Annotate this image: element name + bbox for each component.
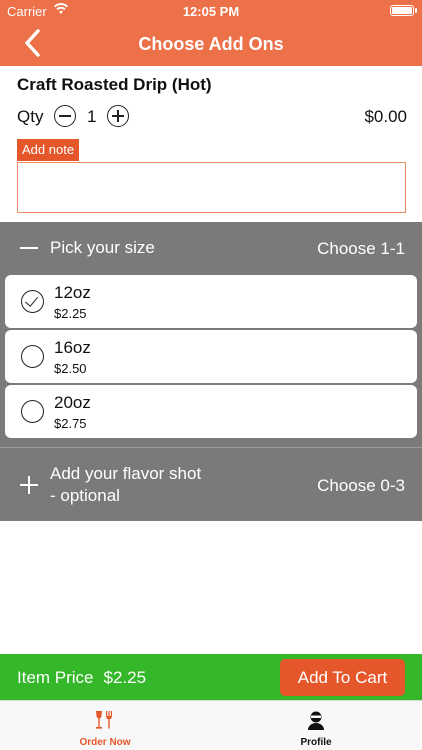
option-12oz[interactable]: 12oz $2.25 xyxy=(5,275,417,328)
note-field[interactable] xyxy=(17,162,406,213)
navigation-bar: Carrier 12:05 PM Choose Add Ons xyxy=(0,0,422,66)
page-title: Choose Add Ons xyxy=(138,34,284,54)
collapse-icon xyxy=(20,239,38,257)
group-title: Pick your size xyxy=(50,238,155,257)
qty-label: Qty xyxy=(17,107,44,126)
checkmark-radio-icon[interactable] xyxy=(21,290,44,313)
option-price: $2.25 xyxy=(54,306,87,321)
size-group-header[interactable]: Pick your size Choose 1-1 xyxy=(0,222,422,275)
group-title-line-1: Add your flavor shot xyxy=(50,464,202,483)
clock: 12:05 PM xyxy=(182,4,240,19)
option-16oz[interactable]: 16oz $2.50 xyxy=(5,330,417,383)
tab-label: Profile xyxy=(300,737,332,748)
item-price: Item Price $2.25 xyxy=(17,668,146,688)
add-to-cart-button[interactable]: Add To Cart xyxy=(280,659,405,696)
option-20oz[interactable]: 20oz $2.75 xyxy=(5,385,417,438)
battery-icon xyxy=(390,5,417,16)
option-name: 16oz xyxy=(54,338,91,357)
product-name: Craft Roasted Drip (Hot) xyxy=(17,75,212,94)
product-price: $0.00 xyxy=(364,107,407,126)
group-choose-rule: Choose 1-1 xyxy=(317,239,405,258)
quantity-row: Qty 1 $0.00 xyxy=(17,104,407,130)
option-name: 12oz xyxy=(54,283,91,302)
option-price: $2.50 xyxy=(54,361,87,376)
group-title-line-2: - optional xyxy=(50,486,120,505)
tab-order-now[interactable]: Order Now xyxy=(45,701,165,750)
flavor-group-header[interactable]: Add your flavor shot - optional Choose 0… xyxy=(0,447,422,521)
radio-icon[interactable] xyxy=(21,345,44,368)
decrease-quantity-button[interactable] xyxy=(54,105,76,127)
add-note-label: Add note xyxy=(17,139,80,161)
cart-bar: Item Price $2.25 Add To Cart xyxy=(0,654,422,700)
item-price-label: Item Price xyxy=(17,668,94,687)
group-title: Add your flavor shot - optional xyxy=(50,463,201,507)
tab-profile[interactable]: Profile xyxy=(256,701,376,750)
radio-icon[interactable] xyxy=(21,400,44,423)
item-price-value: $2.25 xyxy=(103,668,147,687)
utensils-icon xyxy=(96,711,112,729)
tab-bar: Order Now Profile xyxy=(0,700,422,750)
size-options: 12oz $2.25 16oz $2.50 20oz $2.75 xyxy=(0,275,422,447)
quantity-value: 1 xyxy=(87,107,97,126)
tab-label: Order Now xyxy=(79,737,131,748)
person-icon xyxy=(308,711,324,730)
option-price: $2.75 xyxy=(54,416,87,431)
note-input[interactable] xyxy=(18,163,405,212)
increase-quantity-button[interactable] xyxy=(107,105,129,127)
status-bar: Carrier 12:05 PM xyxy=(0,0,422,22)
group-choose-rule: Choose 0-3 xyxy=(317,476,405,495)
expand-icon xyxy=(20,476,38,494)
option-name: 20oz xyxy=(54,393,91,412)
